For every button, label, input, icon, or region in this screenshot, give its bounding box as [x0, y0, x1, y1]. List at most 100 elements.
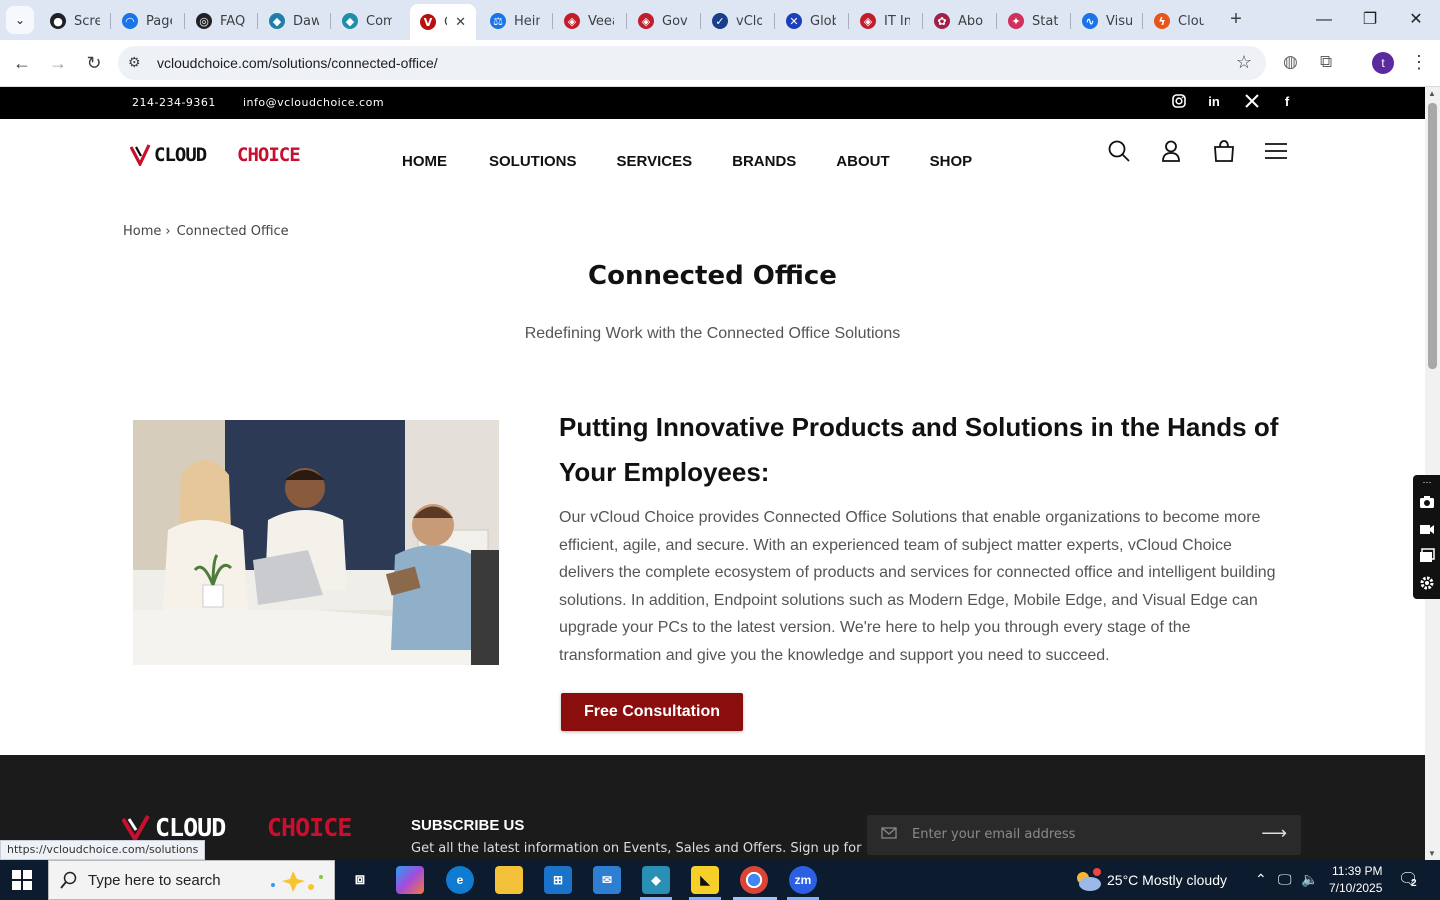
tab-title: Dawo	[293, 13, 319, 29]
browser-tab[interactable]: ◠ Page	[112, 6, 182, 36]
email-link[interactable]: info@vcloudchoice.com	[243, 96, 384, 109]
vcloudchoice-logo[interactable]: CLOUD CHOICE	[130, 142, 326, 166]
site-info-icon[interactable]: ⚙	[128, 54, 141, 71]
copilot-icon[interactable]	[396, 866, 424, 894]
settings-gear-icon[interactable]	[1419, 575, 1435, 590]
volume-icon[interactable]: 🔈	[1301, 871, 1318, 888]
browser-tab[interactable]: ϟ Clou	[1144, 6, 1214, 36]
weather-cloud-icon[interactable]	[1073, 868, 1103, 892]
bookmark-star-icon[interactable]: ☆	[1236, 52, 1252, 73]
browser-tab[interactable]: ∿ Visu	[1072, 6, 1142, 36]
tab-favicon-icon: ✕	[786, 13, 802, 29]
sticky-notes-icon[interactable]: ◣	[691, 866, 719, 894]
omnibox[interactable]: ⚙ vcloudchoice.com/solutions/connected-o…	[118, 46, 1266, 80]
minimize-icon[interactable]: —	[1312, 8, 1336, 32]
browser-tab[interactable]: ✕ Glob	[776, 6, 846, 36]
arrow-right-icon[interactable]: ⟶	[1261, 823, 1287, 844]
scroll-up-icon[interactable]: ▲	[1428, 89, 1436, 98]
weather-text[interactable]: 25°C Mostly cloudy	[1107, 872, 1227, 888]
account-icon[interactable]	[1159, 139, 1183, 163]
tab-close-icon[interactable]: ✕	[455, 15, 466, 30]
tab-favicon-icon: ◆	[342, 13, 358, 29]
tab-separator	[922, 13, 923, 29]
tab-search-button[interactable]: ⌄	[6, 6, 34, 34]
chevron-up-icon[interactable]: ⌃	[1255, 871, 1267, 888]
free-consultation-button[interactable]: Free Consultation	[561, 693, 743, 731]
mail-app-icon[interactable]: ✉	[593, 866, 621, 894]
pinned-app-icon[interactable]: ◆	[642, 866, 670, 894]
instagram-icon[interactable]	[1171, 94, 1187, 110]
scroll-down-icon[interactable]: ▼	[1428, 849, 1436, 858]
browser-tab[interactable]: ✦ Statu	[998, 6, 1068, 36]
nav-home[interactable]: HOME	[402, 153, 447, 170]
forward-icon[interactable]: →	[45, 50, 71, 76]
browser-tab[interactable]: ◈ Gove	[628, 6, 698, 36]
nav-shop[interactable]: SHOP	[930, 153, 973, 170]
cart-bag-icon[interactable]	[1212, 139, 1236, 163]
new-tab-button[interactable]: +	[1224, 8, 1248, 32]
breadcrumb-home[interactable]: Home	[123, 224, 161, 239]
browser-tab[interactable]: VC ✕	[410, 4, 476, 40]
extensions-icon[interactable]: ⧉	[1320, 52, 1332, 72]
task-view-icon[interactable]: ⧈	[346, 866, 374, 894]
screen-capture-widget: ⋯	[1413, 475, 1440, 599]
tab-separator	[700, 13, 701, 29]
zoom-icon[interactable]: zm	[789, 866, 817, 894]
file-explorer-icon[interactable]	[495, 866, 523, 894]
tab-title: Visu	[1106, 13, 1132, 29]
browser-tab[interactable]: ◈ Veea	[554, 6, 624, 36]
facebook-icon[interactable]: f	[1279, 94, 1295, 110]
taskbar-search-box[interactable]: Type here to search	[48, 860, 335, 900]
chrome-icon[interactable]	[740, 866, 768, 894]
tab-favicon-icon: ◎	[196, 13, 212, 29]
nav-solutions[interactable]: SOLUTIONS	[489, 153, 577, 170]
hamburger-menu-icon[interactable]	[1264, 139, 1288, 163]
window-capture-icon[interactable]	[1419, 548, 1435, 562]
back-icon[interactable]: ←	[9, 50, 35, 76]
browser-tab[interactable]: ● Scree	[40, 6, 110, 36]
browser-tab[interactable]: ✓ vClou	[702, 6, 772, 36]
reload-icon[interactable]: ↻	[81, 50, 107, 76]
linkedin-icon[interactable]: in	[1206, 94, 1222, 110]
url-text[interactable]: vcloudchoice.com/solutions/connected-off…	[157, 55, 438, 71]
nav-services[interactable]: SERVICES	[617, 153, 693, 170]
tab-separator	[1142, 13, 1143, 29]
nav-brands[interactable]: BRANDS	[732, 153, 796, 170]
video-icon[interactable]	[1419, 522, 1435, 536]
scrollbar-thumb[interactable]	[1428, 103, 1437, 369]
profile-avatar[interactable]: t	[1372, 52, 1394, 74]
tab-favicon-icon: ∿	[1082, 13, 1098, 29]
footer-logo[interactable]: CLOUD CHOICE	[122, 813, 392, 841]
tab-separator	[257, 13, 258, 29]
translate-icon[interactable]: ◍	[1283, 52, 1298, 72]
camera-icon[interactable]	[1419, 495, 1435, 509]
chevron-right-icon: ›	[165, 224, 171, 239]
tab-favicon-icon: V	[420, 14, 436, 30]
phone-link[interactable]: 214-234-9361	[132, 96, 216, 109]
edge-browser-icon[interactable]: e	[446, 866, 474, 894]
close-window-icon[interactable]: ✕	[1404, 8, 1428, 32]
browser-tab[interactable]: ✿ Abou	[924, 6, 994, 36]
page-scrollbar[interactable]: ▲ ▼	[1425, 87, 1440, 860]
browser-tab[interactable]: ◈ IT Inf	[850, 6, 920, 36]
browser-tab[interactable]: ◆ Com	[332, 6, 402, 36]
subscribe-email-field[interactable]: Enter your email address ⟶	[867, 815, 1301, 855]
network-icon[interactable]: 🖵	[1278, 871, 1292, 888]
microsoft-store-icon[interactable]: ⊞	[544, 866, 572, 894]
nav-about[interactable]: ABOUT	[836, 153, 889, 170]
x-icon[interactable]	[1244, 94, 1260, 110]
widget-more-icon[interactable]: ⋯	[1419, 477, 1435, 491]
browser-tab[interactable]: ◆ Dawo	[259, 6, 329, 36]
clock-date[interactable]: 7/10/2025	[1329, 881, 1382, 895]
tab-title: Veea	[588, 13, 614, 29]
page-viewport: 214-234-9361 info@vcloudchoice.com in f …	[0, 87, 1425, 860]
browser-tab[interactable]: ◎ FAQ	[186, 6, 256, 36]
tab-title: Heim	[514, 13, 540, 29]
restore-icon[interactable]: ❐	[1358, 8, 1382, 32]
clock-time[interactable]: 11:39 PM	[1332, 864, 1382, 878]
windows-start-icon[interactable]	[12, 870, 32, 890]
tab-title: Com	[366, 13, 392, 29]
browser-tab[interactable]: ⚖ Heim	[480, 6, 550, 36]
search-icon[interactable]	[1107, 139, 1131, 163]
browser-menu-icon[interactable]: ⋮	[1410, 52, 1428, 73]
